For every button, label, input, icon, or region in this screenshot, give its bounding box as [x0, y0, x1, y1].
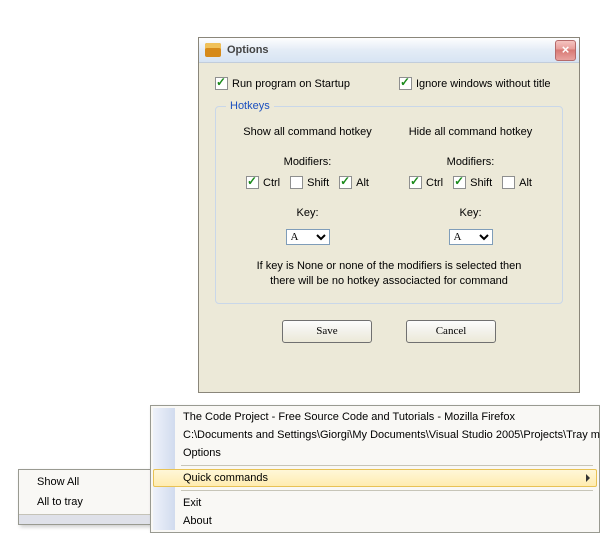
- alt-label: Alt: [356, 177, 369, 189]
- ignore-untitled-checkbox[interactable]: [399, 77, 412, 90]
- hotkeys-group: Hotkeys Show all command hotkey Modifier…: [215, 100, 563, 304]
- window-title: Options: [227, 44, 555, 56]
- menu-item-window-vs[interactable]: C:\Documents and Settings\Giorgi\My Docu…: [153, 426, 597, 444]
- options-dialog: Options × Run program on Startup Ignore …: [198, 37, 580, 393]
- run-on-startup-label: Run program on Startup: [232, 78, 350, 90]
- menu-separator: [181, 490, 593, 491]
- titlebar[interactable]: Options ×: [199, 38, 579, 63]
- menu-item-options[interactable]: Options: [153, 444, 597, 462]
- dialog-body: Run program on Startup Ignore windows wi…: [199, 63, 579, 353]
- hide-hotkey-column: Hide all command hotkey Modifiers: Ctrl …: [389, 120, 552, 245]
- menu-footer: [19, 514, 151, 524]
- ignore-untitled-option[interactable]: Ignore windows without title: [399, 77, 551, 90]
- show-shift-option[interactable]: Shift: [290, 176, 329, 189]
- ctrl-label: Ctrl: [426, 177, 443, 189]
- tray-submenu[interactable]: Show All All to tray: [18, 469, 152, 525]
- menu-item-all-to-tray[interactable]: All to tray: [19, 492, 151, 512]
- menu-item-quick-commands-label: Quick commands: [183, 472, 268, 484]
- hide-alt-checkbox[interactable]: [502, 176, 515, 189]
- ctrl-label: Ctrl: [263, 177, 280, 189]
- show-ctrl-checkbox[interactable]: [246, 176, 259, 189]
- cancel-button[interactable]: Cancel: [406, 320, 496, 343]
- show-shift-checkbox[interactable]: [290, 176, 303, 189]
- close-icon[interactable]: ×: [555, 40, 576, 61]
- hide-ctrl-checkbox[interactable]: [409, 176, 422, 189]
- show-hotkey-column: Show all command hotkey Modifiers: Ctrl …: [226, 120, 389, 245]
- shift-label: Shift: [307, 177, 329, 189]
- show-key-select[interactable]: A: [286, 229, 330, 245]
- app-icon: [205, 43, 221, 57]
- key-label-show: Key:: [226, 207, 389, 219]
- run-on-startup-checkbox[interactable]: [215, 77, 228, 90]
- hide-shift-checkbox[interactable]: [453, 176, 466, 189]
- hide-shift-option[interactable]: Shift: [453, 176, 492, 189]
- hotkeys-legend: Hotkeys: [226, 100, 274, 112]
- hide-key-select[interactable]: A: [449, 229, 493, 245]
- modifiers-label-hide: Modifiers:: [389, 156, 552, 168]
- menu-item-exit[interactable]: Exit: [153, 494, 597, 512]
- menu-item-quick-commands[interactable]: Quick commands: [153, 469, 597, 487]
- show-hotkey-label: Show all command hotkey: [226, 126, 389, 138]
- show-ctrl-option[interactable]: Ctrl: [246, 176, 280, 189]
- alt-label: Alt: [519, 177, 532, 189]
- hide-hotkey-label: Hide all command hotkey: [389, 126, 552, 138]
- hotkey-note: If key is None or none of the modifiers …: [226, 259, 552, 289]
- hide-ctrl-option[interactable]: Ctrl: [409, 176, 443, 189]
- show-alt-option[interactable]: Alt: [339, 176, 369, 189]
- chevron-right-icon: [586, 474, 590, 482]
- menu-item-window-firefox[interactable]: The Code Project - Free Source Code and …: [153, 408, 597, 426]
- key-label-hide: Key:: [389, 207, 552, 219]
- show-alt-checkbox[interactable]: [339, 176, 352, 189]
- shift-label: Shift: [470, 177, 492, 189]
- hotkey-note-line1: If key is None or none of the modifiers …: [257, 260, 522, 272]
- menu-item-about[interactable]: About: [153, 512, 597, 530]
- run-on-startup-option[interactable]: Run program on Startup: [215, 77, 391, 90]
- menu-item-show-all[interactable]: Show All: [19, 472, 151, 492]
- modifiers-label-show: Modifiers:: [226, 156, 389, 168]
- menu-separator: [181, 465, 593, 466]
- hotkey-note-line2: there will be no hotkey associacted for …: [270, 275, 508, 287]
- tray-context-menu[interactable]: The Code Project - Free Source Code and …: [150, 405, 600, 533]
- save-button[interactable]: Save: [282, 320, 372, 343]
- ignore-untitled-label: Ignore windows without title: [416, 78, 551, 90]
- hide-alt-option[interactable]: Alt: [502, 176, 532, 189]
